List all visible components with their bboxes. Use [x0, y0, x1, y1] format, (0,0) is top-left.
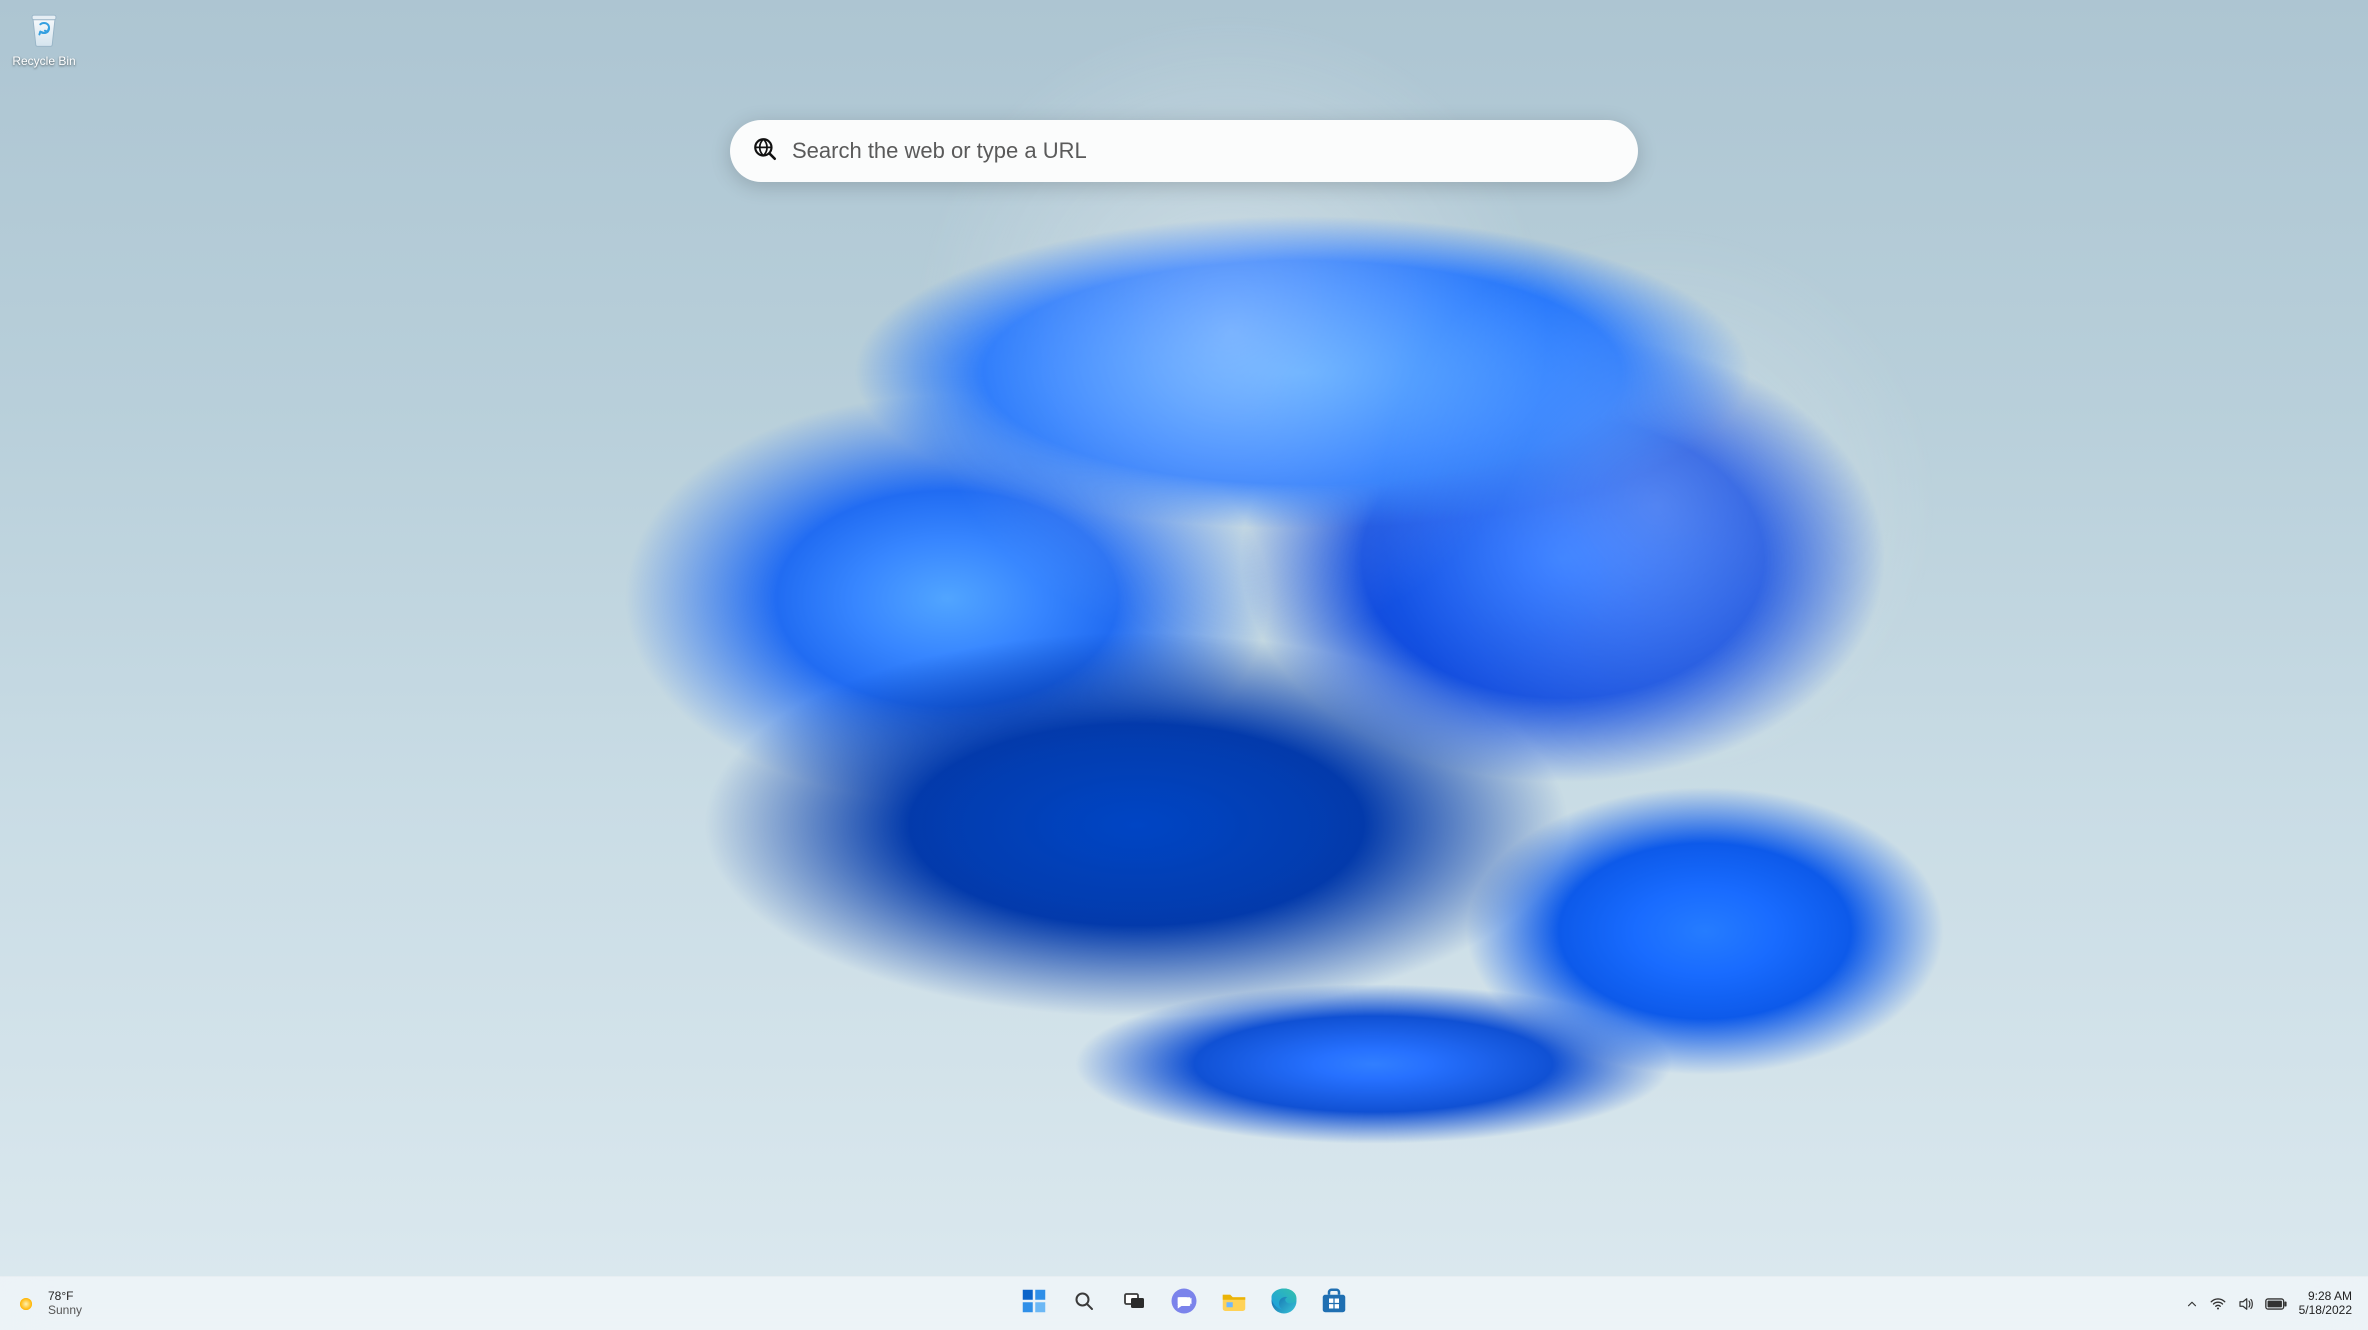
microsoft-store-button[interactable]: [1312, 1282, 1356, 1326]
edge-icon: [1269, 1286, 1299, 1321]
weather-widget[interactable]: 78°F Sunny: [0, 1290, 300, 1316]
show-hidden-icons-button[interactable]: [2185, 1297, 2199, 1311]
chat-icon: [1169, 1286, 1199, 1321]
taskbar-pinned-apps: [300, 1282, 2068, 1326]
start-button[interactable]: [1012, 1282, 1056, 1326]
search-web-icon: [752, 136, 778, 167]
task-view-icon: [1122, 1289, 1146, 1318]
edge-button[interactable]: [1262, 1282, 1306, 1326]
chat-button[interactable]: [1162, 1282, 1206, 1326]
system-tray: 9:28 AM 5/18/2022: [2068, 1290, 2368, 1318]
desktop-search-widget[interactable]: [730, 120, 1638, 182]
taskbar: 78°F Sunny: [0, 1276, 2368, 1330]
weather-sunny-icon: [14, 1292, 38, 1316]
taskbar-search-button[interactable]: [1062, 1282, 1106, 1326]
desktop-icon-recycle-bin[interactable]: Recycle Bin: [4, 4, 84, 68]
weather-condition: Sunny: [48, 1304, 82, 1317]
recycle-bin-icon: [20, 4, 68, 52]
search-icon: [1072, 1289, 1096, 1318]
task-view-button[interactable]: [1112, 1282, 1156, 1326]
clock-time: 9:28 AM: [2299, 1290, 2352, 1304]
sound-icon[interactable]: [2237, 1295, 2255, 1313]
microsoft-store-icon: [1319, 1286, 1349, 1321]
wallpaper: [0, 0, 2368, 1330]
file-explorer-button[interactable]: [1212, 1282, 1256, 1326]
file-explorer-icon: [1219, 1286, 1249, 1321]
weather-text: 78°F Sunny: [48, 1290, 82, 1316]
wifi-icon[interactable]: [2209, 1295, 2227, 1313]
start-icon: [1019, 1286, 1049, 1321]
taskbar-clock[interactable]: 9:28 AM 5/18/2022: [2299, 1290, 2352, 1318]
desktop-icon-label: Recycle Bin: [4, 54, 84, 68]
clock-date: 5/18/2022: [2299, 1304, 2352, 1318]
battery-icon[interactable]: [2265, 1297, 2287, 1311]
weather-temperature: 78°F: [48, 1290, 82, 1303]
desktop-search-input[interactable]: [792, 138, 1616, 164]
